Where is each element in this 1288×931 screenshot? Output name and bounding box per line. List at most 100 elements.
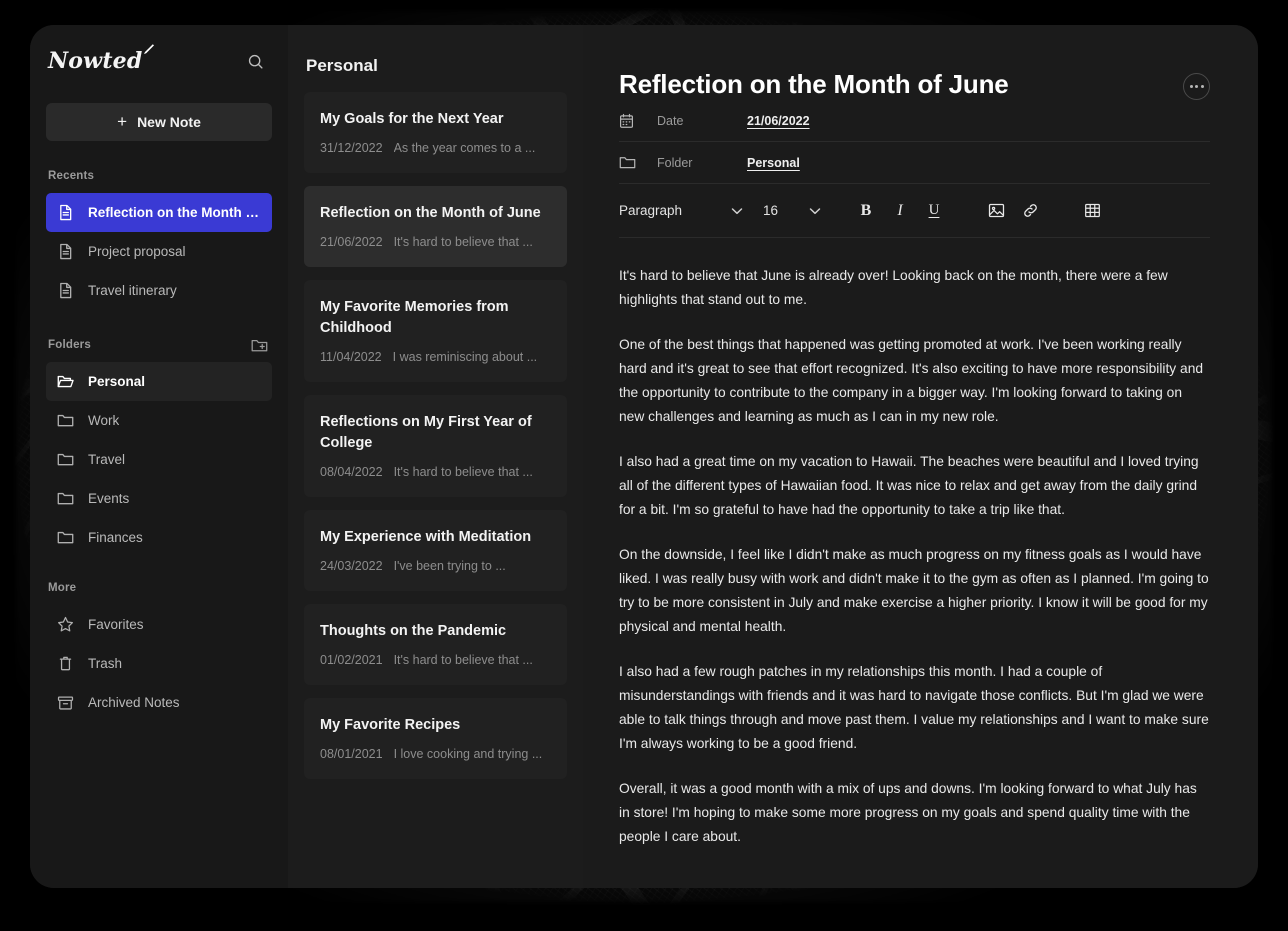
sidebar: Nowted + New Note Recents Reflection on … (30, 25, 288, 888)
chevron-down-icon (809, 207, 821, 215)
image-icon[interactable] (979, 196, 1013, 226)
sidebar-item-project-proposal[interactable]: Project proposal (46, 232, 272, 271)
document-icon (57, 282, 74, 299)
more-list: Favorites Trash Archived Notes (46, 605, 272, 722)
meta-value-date[interactable]: 21/06/2022 (747, 114, 810, 128)
note-meta: 11/04/2022 I was reminiscing about ... (320, 350, 551, 364)
new-note-label: New Note (137, 114, 201, 130)
brand-row: Nowted (46, 25, 272, 89)
sidebar-item-events[interactable]: Events (46, 479, 272, 518)
document-icon (57, 243, 74, 260)
block-style-select[interactable]: Paragraph (619, 203, 743, 218)
note-date: 24/03/2022 (320, 559, 383, 574)
folders-section-header: Folders (46, 328, 272, 362)
folder-icon (57, 451, 74, 468)
note-title: Reflection on the Month of June (320, 205, 541, 222)
note-snippet: I've been trying to ... (393, 559, 506, 574)
calendar-icon (619, 113, 639, 129)
sidebar-item-travel[interactable]: Travel (46, 440, 272, 479)
note-meta: 08/01/2021 I love cooking and trying ... (320, 747, 551, 761)
ellipsis-icon[interactable] (1183, 73, 1210, 100)
sidebar-item-trash[interactable]: Trash (46, 644, 272, 683)
sidebar-item-label: Favorites (88, 617, 144, 632)
body-paragraph: Overall, it was a good month with a mix … (619, 781, 1197, 844)
note-meta: 01/02/2021 It's hard to believe that ... (320, 653, 551, 667)
sidebar-item-favorites[interactable]: Favorites (46, 605, 272, 644)
sidebar-item-label: Trash (88, 656, 123, 671)
note-title: My Favorite Recipes (320, 717, 461, 734)
recents-label: Recents (48, 170, 95, 182)
note-snippet: I love cooking and trying ... (393, 747, 543, 762)
body-paragraph: It's hard to believe that June is alread… (619, 268, 1168, 307)
chevron-down-icon (731, 207, 743, 215)
sidebar-item-finances[interactable]: Finances (46, 518, 272, 557)
note-snippet: I was reminiscing about ... (392, 350, 538, 365)
note-card[interactable]: My Goals for the Next Year 31/12/2022 As… (304, 92, 567, 174)
editor-header: Reflection on the Month of June (619, 25, 1210, 100)
note-date: 01/02/2021 (320, 653, 383, 668)
note-card[interactable]: Reflections on My First Year of College … (304, 395, 567, 498)
meta-row-folder: Folder Personal (619, 142, 1210, 184)
note-title: My Favorite Memories from Childhood (320, 299, 509, 337)
font-size-value: 16 (763, 203, 779, 218)
editor-body[interactable]: It's hard to believe that June is alread… (619, 238, 1210, 848)
note-meta: 08/04/2022 It's hard to believe that ... (320, 465, 551, 479)
folders-list: Personal Work Travel Events Finances (46, 362, 272, 557)
font-size-select[interactable]: 16 (763, 203, 821, 218)
meta-value-folder[interactable]: Personal (747, 156, 800, 170)
recents-list: Reflection on the Month of June Project … (46, 193, 272, 310)
note-snippet: It's hard to believe that ... (393, 653, 533, 668)
sidebar-item-label: Travel (88, 452, 126, 467)
trash-icon (57, 655, 74, 672)
note-card[interactable]: My Favorite Memories from Childhood 11/0… (304, 280, 567, 383)
note-title: Thoughts on the Pandemic (320, 623, 507, 640)
note-snippet: It's hard to believe that ... (393, 465, 533, 480)
note-card[interactable]: My Favorite Recipes 08/01/2021 I love co… (304, 698, 567, 780)
note-snippet: As the year comes to a ... (393, 141, 536, 156)
logo: Nowted (48, 44, 155, 74)
sidebar-item-travel-itinerary[interactable]: Travel itinerary (46, 271, 272, 310)
folder-icon (57, 490, 74, 507)
folder-plus-icon[interactable] (248, 334, 270, 356)
italic-button[interactable]: I (883, 196, 917, 226)
note-date: 08/01/2021 (320, 747, 383, 762)
note-title: Reflections on My First Year of College (320, 414, 532, 452)
app-window: Nowted + New Note Recents Reflection on … (30, 25, 1258, 888)
sidebar-item-label: Events (88, 491, 130, 506)
note-card[interactable]: Reflection on the Month of June 21/06/20… (304, 186, 567, 268)
star-icon (57, 616, 74, 633)
folder-open-icon (57, 373, 74, 390)
link-icon[interactable] (1013, 196, 1047, 226)
search-icon[interactable] (240, 46, 270, 76)
bold-button[interactable]: B (849, 196, 883, 226)
note-meta: 24/03/2022 I've been trying to ... (320, 559, 551, 573)
note-list-title: Personal (306, 56, 378, 75)
sidebar-item-reflection-on-the-month-of-june[interactable]: Reflection on the Month of June (46, 193, 272, 232)
note-list-panel: Personal My Goals for the Next Year 31/1… (288, 25, 583, 888)
note-meta: 21/06/2022 It's hard to believe that ... (320, 235, 551, 249)
note-date: 21/06/2022 (320, 235, 383, 250)
sidebar-item-personal[interactable]: Personal (46, 362, 272, 401)
sidebar-item-label: Work (88, 413, 120, 428)
sidebar-item-work[interactable]: Work (46, 401, 272, 440)
archive-icon (57, 694, 74, 711)
new-note-button[interactable]: + New Note (46, 103, 272, 141)
underline-button[interactable]: U (917, 196, 951, 226)
note-card[interactable]: Thoughts on the Pandemic 01/02/2021 It's… (304, 604, 567, 686)
body-paragraph: On the downside, I feel like I didn't ma… (619, 547, 1209, 634)
note-title: My Experience with Meditation (320, 529, 532, 546)
note-snippet: It's hard to believe that ... (393, 235, 533, 250)
note-card[interactable]: My Experience with Meditation 24/03/2022… (304, 510, 567, 592)
meta-label-date: Date (657, 113, 684, 128)
recents-section-header: Recents (46, 159, 272, 193)
sidebar-item-label: Travel itinerary (88, 283, 177, 298)
sidebar-item-label: Finances (88, 530, 143, 545)
body-paragraph: One of the best things that happened was… (619, 337, 1204, 424)
dot (1200, 85, 1204, 88)
table-icon[interactable] (1075, 196, 1109, 226)
sidebar-item-archived-notes[interactable]: Archived Notes (46, 683, 272, 722)
note-date: 08/04/2022 (320, 465, 383, 480)
editor-panel: Reflection on the Month of June Date 21/… (583, 25, 1258, 888)
note-date: 11/04/2022 (320, 350, 382, 365)
more-section-header: More (46, 571, 272, 605)
